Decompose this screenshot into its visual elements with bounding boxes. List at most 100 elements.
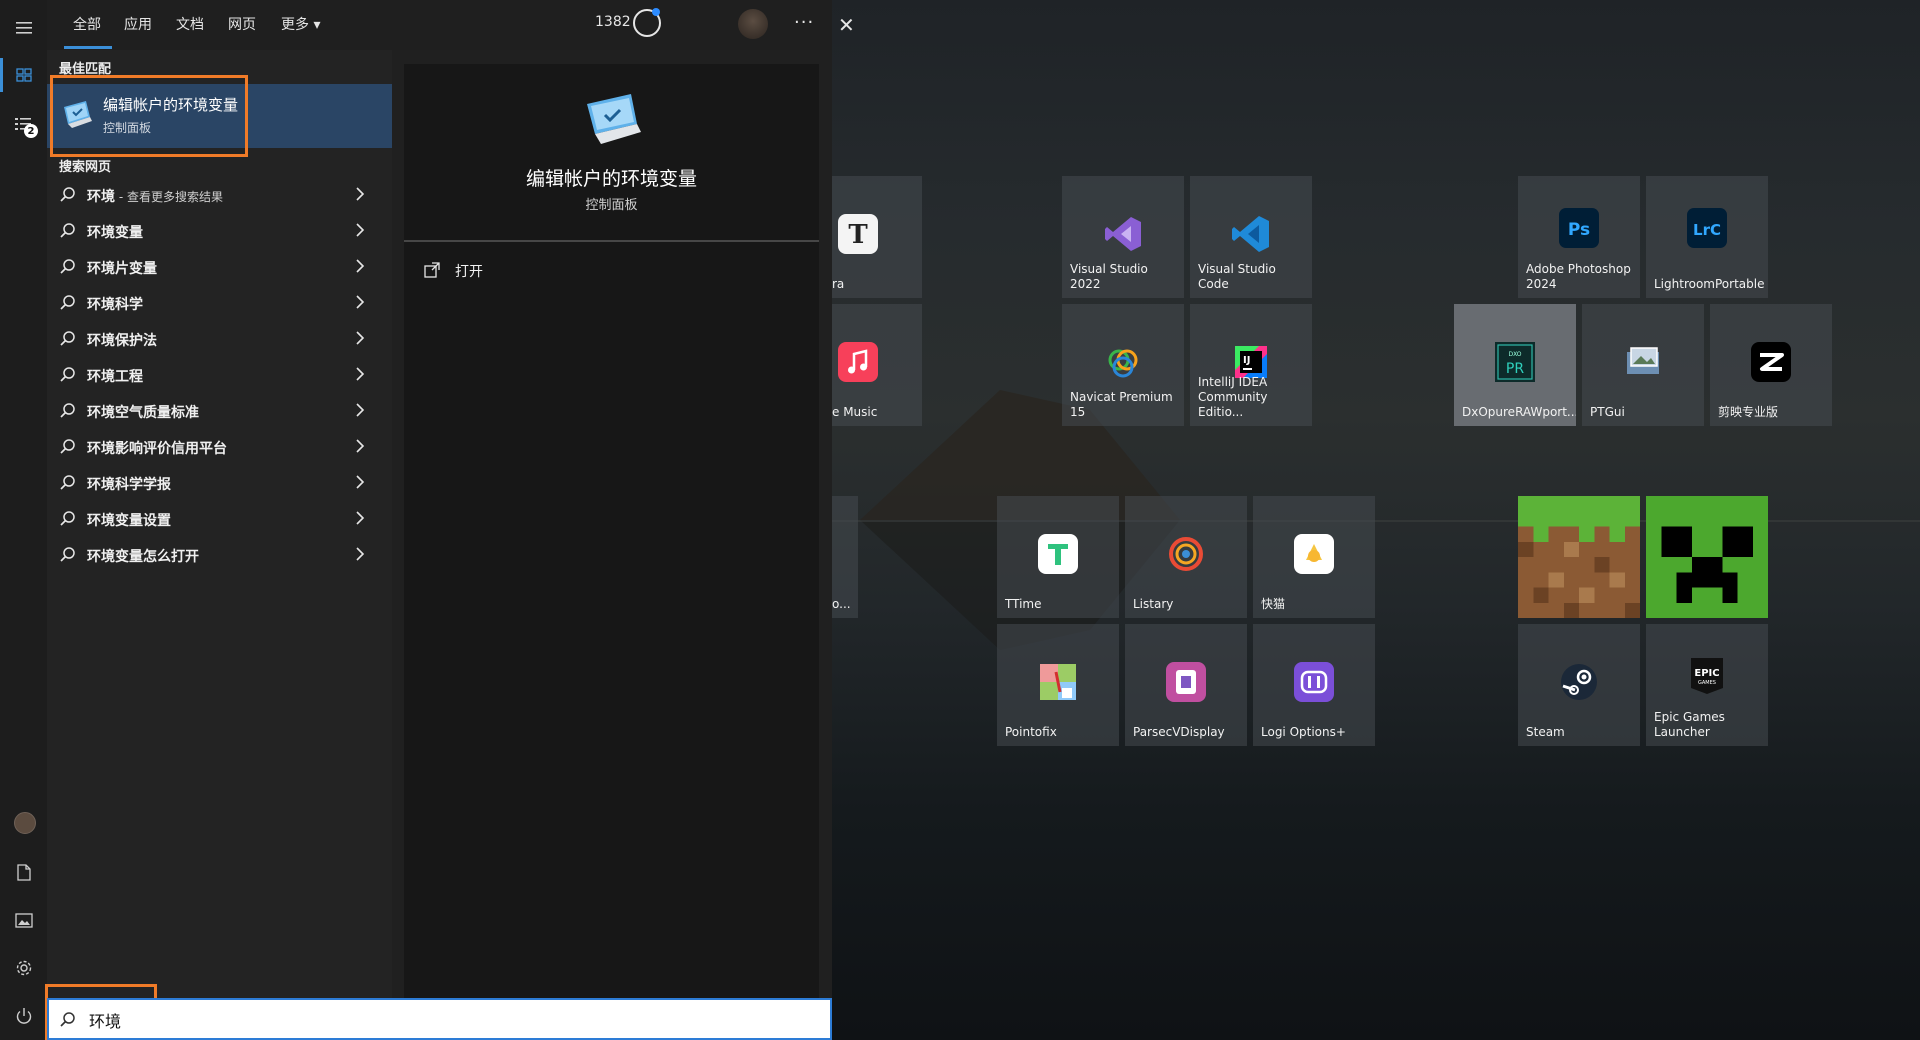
app-tile-visual-studio-2022[interactable]: Visual Studio 2022 xyxy=(1062,176,1184,298)
web-result-label: 环境科学 xyxy=(87,297,143,313)
tab-web[interactable]: 网页 xyxy=(228,14,256,34)
web-result-row[interactable]: 环境空气质量标准 xyxy=(47,394,392,430)
close-icon[interactable]: ✕ xyxy=(838,13,855,37)
open-action[interactable]: 打开 xyxy=(424,258,624,286)
search-icon xyxy=(60,367,75,382)
all-apps-list-icon[interactable] xyxy=(0,104,47,144)
web-result-row[interactable]: 环境变量怎么打开 xyxy=(47,538,392,574)
minecraft-creeper-icon xyxy=(1661,526,1753,603)
app-tile-dxo-pureraw[interactable]: DXO PR DxOpureRAWport... xyxy=(1454,304,1576,426)
result-detail-pane: 编辑帐户的环境变量 控制面板 打开 xyxy=(404,64,819,998)
typora-icon: T xyxy=(838,214,878,254)
app-tile-parsecvdisplay[interactable]: ParsecVDisplay xyxy=(1125,624,1247,746)
web-result-row[interactable]: 环境 - 查看更多搜索结果 xyxy=(47,178,392,214)
active-tab-underline xyxy=(64,46,112,49)
app-tile-label: 快猫 xyxy=(1261,597,1286,611)
visual-studio-icon xyxy=(1103,214,1143,254)
web-result-row[interactable]: 环境影响评价信用平台 xyxy=(47,430,392,466)
monitor-settings-icon xyxy=(587,94,641,144)
pictures-icon[interactable] xyxy=(0,900,47,940)
app-tile-minecraft-launcher[interactable] xyxy=(1646,496,1768,618)
photoshop-icon-text: Ps xyxy=(1568,220,1590,240)
tab-all[interactable]: 全部 xyxy=(73,14,101,34)
app-tile-lightroom[interactable]: LrC LightroomPortable xyxy=(1646,176,1768,298)
web-result-label: 环境保护法 xyxy=(87,333,157,349)
lightroom-icon: LrC xyxy=(1687,208,1727,248)
tab-documents[interactable]: 文档 xyxy=(176,14,204,34)
app-tile-vscode[interactable]: Visual Studio Code xyxy=(1190,176,1312,298)
search-icon xyxy=(60,475,75,490)
tab-apps[interactable]: 应用 xyxy=(124,14,152,34)
web-result-row[interactable]: 环境科学学报 xyxy=(47,466,392,502)
lightroom-icon-text: LrC xyxy=(1693,221,1721,239)
ptgui-icon xyxy=(1623,342,1663,382)
web-result-label: 环境变量设置 xyxy=(87,513,171,529)
app-tile-typora[interactable]: T ra xyxy=(832,176,922,298)
chevron-right-icon xyxy=(356,331,365,345)
web-result-label: 环境科学学报 xyxy=(87,477,171,493)
app-tile-ptgui[interactable]: PTGui xyxy=(1582,304,1704,426)
app-tile-capcut[interactable]: 剪映专业版 xyxy=(1710,304,1832,426)
rewards-points: 1382 xyxy=(595,14,631,30)
user-avatar[interactable] xyxy=(738,9,768,39)
web-result-row[interactable]: 环境工程 xyxy=(47,358,392,394)
svg-text:IJ: IJ xyxy=(1243,355,1250,366)
document-icon[interactable] xyxy=(0,852,47,892)
app-tile-photoshop[interactable]: Ps Adobe Photoshop 2024 xyxy=(1518,176,1640,298)
search-icon xyxy=(60,187,75,202)
app-tile-ttime[interactable]: TTime xyxy=(997,496,1119,618)
apple-music-icon xyxy=(838,342,878,382)
search-icon xyxy=(60,511,75,526)
tab-more[interactable]: 更多 ▾ xyxy=(281,14,320,34)
app-tile-partial[interactable]: o... xyxy=(832,496,858,618)
parsec-icon xyxy=(1166,662,1206,702)
app-tile-label: 剪映专业版 xyxy=(1718,405,1779,419)
app-tile-logi-options[interactable]: Logi Options+ xyxy=(1253,624,1375,746)
web-result-row[interactable]: 环境科学 xyxy=(47,286,392,322)
app-tile-kuaimao[interactable]: 快猫 xyxy=(1253,496,1375,618)
search-input[interactable] xyxy=(87,1006,791,1034)
chevron-right-icon xyxy=(356,475,365,489)
user-avatar-small[interactable] xyxy=(14,812,36,834)
app-tile-label: Pointofix xyxy=(1005,725,1057,739)
app-tile-steam[interactable]: Steam xyxy=(1518,624,1640,746)
web-result-row[interactable]: 环境片变量 xyxy=(47,250,392,286)
web-result-label: 环境空气质量标准 xyxy=(87,405,199,421)
web-result-row[interactable]: 环境变量 xyxy=(47,214,392,250)
web-result-query: 环境 xyxy=(87,189,115,205)
web-result-more-hint: - 查看更多搜索结果 xyxy=(115,190,223,204)
detail-subtitle: 控制面板 xyxy=(585,198,638,213)
app-tile-navicat[interactable]: Navicat Premium 15 xyxy=(1062,304,1184,426)
web-result-row[interactable]: 环境保护法 xyxy=(47,322,392,358)
app-tile-intellij[interactable]: IJ IntelliJ IDEA Community Editio... xyxy=(1190,304,1312,426)
web-result-row[interactable]: 环境变量设置 xyxy=(47,502,392,538)
app-tile-listary[interactable]: Listary xyxy=(1125,496,1247,618)
app-tile-pointofix[interactable]: Pointofix xyxy=(997,624,1119,746)
ttime-icon xyxy=(1038,534,1078,574)
power-icon[interactable] xyxy=(0,996,47,1036)
chevron-right-icon xyxy=(356,439,365,453)
app-tile-epic-games[interactable]: EPIC GAMES Epic Games Launcher xyxy=(1646,624,1768,746)
app-tile-apple-music[interactable]: e Music xyxy=(832,304,922,426)
results-list: 最佳匹配 编辑帐户的环境变量 控制面板 搜索网页 环境 - 查看更多搜索结果 环… xyxy=(47,50,392,998)
chevron-right-icon xyxy=(356,187,365,201)
open-action-label: 打开 xyxy=(455,264,483,280)
search-icon xyxy=(60,295,75,310)
tiles-view-icon[interactable] xyxy=(0,55,47,95)
chevron-right-icon xyxy=(356,367,365,381)
web-result-label: 环境 - 查看更多搜索结果 xyxy=(87,186,223,206)
dxo-pureraw-icon: DXO PR xyxy=(1495,342,1535,382)
app-tile-label: ParsecVDisplay xyxy=(1133,725,1225,739)
photoshop-icon: Ps xyxy=(1559,208,1599,248)
web-result-label: 环境影响评价信用平台 xyxy=(87,441,227,457)
tab-more-label: 更多 xyxy=(281,17,309,33)
settings-gear-icon[interactable] xyxy=(0,948,47,988)
search-icon xyxy=(60,331,75,346)
hamburger-menu-icon[interactable] xyxy=(0,8,47,48)
app-tile-label: Steam xyxy=(1526,725,1565,739)
more-options-icon[interactable]: ··· xyxy=(794,12,814,33)
app-tile-label: Epic Games Launcher xyxy=(1654,710,1725,739)
chevron-down-icon: ▾ xyxy=(313,17,321,33)
svg-text:GAMES: GAMES xyxy=(1698,680,1716,686)
app-tile-minecraft[interactable] xyxy=(1518,496,1640,618)
